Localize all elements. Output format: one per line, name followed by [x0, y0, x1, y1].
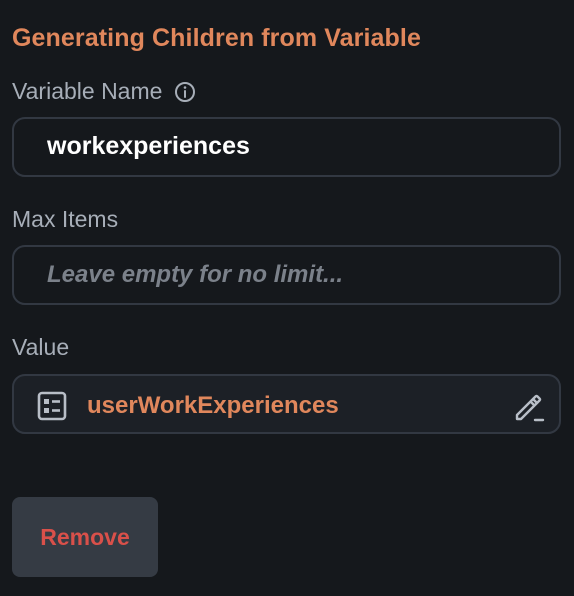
- section-title: Generating Children from Variable: [12, 24, 421, 52]
- variable-name-value: workexperiences: [47, 132, 250, 160]
- value-field[interactable]: userWorkExperiences: [12, 374, 561, 434]
- value-label: Value: [12, 334, 70, 360]
- max-items-placeholder: Leave empty for no limit...: [47, 261, 344, 288]
- list-document-icon: [36, 390, 68, 422]
- generate-children-panel: Generating Children from Variable Variab…: [0, 0, 574, 596]
- variable-name-label: Variable Name: [12, 78, 163, 104]
- max-items-label: Max Items: [12, 206, 119, 232]
- max-items-input[interactable]: Leave empty for no limit...: [12, 245, 561, 305]
- remove-button[interactable]: Remove: [12, 497, 158, 577]
- info-icon[interactable]: [174, 81, 196, 103]
- pencil-edit-icon[interactable]: [511, 390, 545, 424]
- value-variable-name: userWorkExperiences: [87, 392, 339, 419]
- variable-name-input[interactable]: workexperiences: [12, 117, 561, 177]
- variable-name-label-row: Variable Name: [12, 78, 196, 105]
